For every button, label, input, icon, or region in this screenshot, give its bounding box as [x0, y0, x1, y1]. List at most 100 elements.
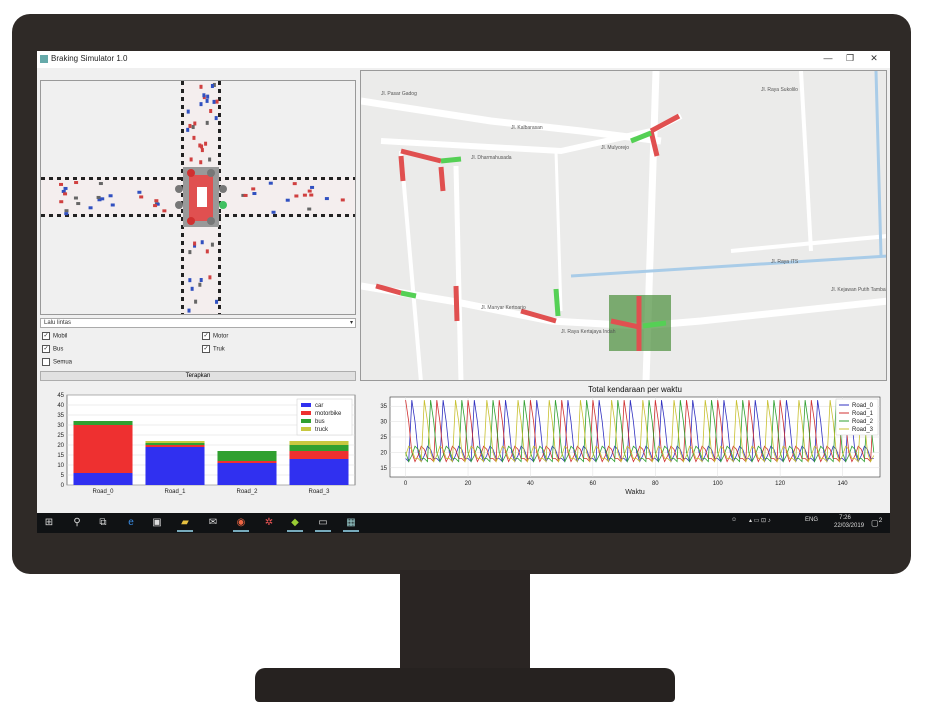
y-tick-label: 35 — [380, 404, 387, 410]
view-select[interactable]: Lalu lintas ▾ — [40, 318, 356, 328]
map-view[interactable]: Jl. Pasar Gadog Jl. Kalbarasan Jl. Dharmah… — [360, 70, 887, 381]
window-titlebar: Braking Simulator 1.0 — ❐ ✕ — [37, 51, 890, 68]
app-stack-icon[interactable]: ◆ — [287, 516, 303, 532]
screen: Braking Simulator 1.0 — ❐ ✕ Lalu lintas … — [37, 51, 890, 533]
minimize-button[interactable]: — — [821, 53, 835, 63]
search-icon[interactable]: ⚲ — [69, 516, 85, 530]
checkbox-box: ✓ — [202, 332, 210, 340]
checkbox-box — [42, 358, 50, 366]
y-tick-label: 30 — [380, 420, 387, 426]
monitor-base — [255, 668, 675, 702]
taskbar: ⊞ ⚲ ⧉ e ▣ ▰ ✉ ◉ ✲ ◆ ▭ ▦ ☺ ▴ ▭ ⊡ ♪ ENG 7:… — [37, 513, 890, 533]
line-chart-title: Total kendaraan per waktu — [588, 385, 682, 394]
terminal-icon[interactable]: ▭ — [315, 516, 331, 532]
bar-segment-car — [289, 459, 349, 485]
bar-segment-motorbike — [145, 445, 205, 447]
window-title: Braking Simulator 1.0 — [51, 54, 128, 63]
y-tick-label: 20 — [380, 450, 387, 456]
legend-swatch — [301, 427, 311, 431]
settings-gear-icon[interactable]: ✲ — [261, 516, 277, 530]
edge-icon[interactable]: e — [123, 516, 139, 530]
people-icon[interactable]: ☺ — [731, 517, 737, 523]
y-tick-label: 5 — [61, 473, 65, 479]
clock-time: 7:26 — [839, 515, 851, 521]
checkbox-box: ✓ — [42, 345, 50, 353]
clock[interactable]: 7:26 22/03/2019 — [834, 514, 864, 530]
x-tick-label: Road_1 — [164, 489, 186, 495]
apply-button[interactable]: Terapkan — [40, 371, 356, 381]
line-chart: Total kendaraan per waktu 15 20 25 30 35 0 20 40… — [360, 383, 887, 501]
checkbox-semua[interactable]: Semua — [42, 358, 72, 368]
legend-swatch — [301, 403, 311, 407]
checkbox-box: ✓ — [202, 345, 210, 353]
notification-count: 2 — [878, 517, 883, 524]
y-tick-label: 0 — [61, 483, 65, 489]
legend-swatch — [301, 419, 311, 423]
bar-segment-car — [145, 447, 205, 485]
x-tick-label: 20 — [465, 481, 472, 487]
x-tick-label: 100 — [713, 481, 724, 487]
map-street-label: Jl. Raya ITS — [771, 259, 799, 265]
checkbox-label: Motor — [213, 333, 229, 340]
line-chart-svg: Total kendaraan per waktu 15 20 25 30 35 0 20 40… — [380, 385, 881, 496]
clock-date: 22/03/2019 — [834, 523, 865, 529]
y-tick-label: 25 — [57, 433, 64, 439]
file-explorer-icon[interactable]: ▰ — [177, 516, 193, 532]
map-street-label: Jl. Raya Sukolilo — [761, 87, 798, 93]
legend-label: Road_2 — [852, 419, 874, 425]
bar-segment-motorbike — [217, 461, 277, 463]
legend-label: Road_1 — [852, 411, 874, 417]
legend-label: truck — [315, 427, 329, 433]
bar-segment-bus — [145, 443, 205, 445]
x-tick-label: 140 — [838, 481, 849, 487]
close-button[interactable]: ✕ — [867, 53, 881, 64]
y-tick-label: 20 — [57, 443, 64, 449]
tray-icons[interactable]: ▴ ▭ ⊡ ♪ — [749, 517, 771, 524]
bar-segment-bus — [217, 451, 277, 461]
map-canvas: Jl. Pasar Gadog Jl. Kalbarasan Jl. Dharmah… — [361, 71, 886, 380]
bar-segment-truck — [145, 441, 205, 443]
checkbox-mobil[interactable]: ✓ Mobil — [42, 332, 67, 342]
start-icon[interactable]: ⊞ — [41, 516, 57, 530]
legend-label: Road_3 — [852, 427, 874, 433]
task-view-icon[interactable]: ⧉ — [95, 516, 111, 530]
y-tick-label: 15 — [380, 466, 387, 472]
x-tick-label: 0 — [404, 481, 408, 487]
map-street-label: Jl. Raya Kertajaya Indah — [561, 329, 616, 335]
bar-segment-truck — [289, 441, 349, 445]
bar-chart: 0 5 10 15 20 25 30 35 40 45 Road_0 Road_1 Road_2 Road… — [37, 387, 359, 501]
y-tick-label: 30 — [57, 423, 64, 429]
checkbox-label: Truk — [213, 346, 225, 353]
python-app-icon[interactable]: ▦ — [343, 516, 359, 532]
x-tick-label: Road_0 — [92, 489, 114, 495]
y-tick-label: 15 — [57, 453, 64, 459]
checkbox-label: Semua — [53, 359, 73, 366]
checkbox-motor[interactable]: ✓ Motor — [202, 332, 228, 342]
bar-segment-car — [73, 473, 133, 485]
checkbox-bus[interactable]: ✓ Bus — [42, 345, 63, 355]
x-tick-label: 60 — [590, 481, 597, 487]
map-street-label: Jl. Pasar Gadog — [381, 91, 417, 97]
app-icon — [40, 55, 48, 63]
map-street-label: Jl. Kalbarasan — [511, 125, 543, 131]
x-tick-label: 40 — [527, 481, 534, 487]
language-indicator[interactable]: ENG — [805, 517, 818, 523]
intersection-view[interactable] — [40, 80, 356, 315]
map-street-label: Jl. Mulyorejo — [601, 145, 629, 151]
chrome-icon[interactable]: ◉ — [233, 516, 249, 532]
maximize-button[interactable]: ❐ — [843, 53, 857, 64]
legend-label: Road_0 — [852, 403, 874, 409]
x-tick-label: 80 — [652, 481, 659, 487]
checkbox-truk[interactable]: ✓ Truk — [202, 345, 225, 355]
bar-segment-bus — [73, 421, 133, 425]
store-icon[interactable]: ▣ — [149, 516, 165, 530]
x-tick-label: Road_3 — [308, 489, 330, 495]
checkbox-label: Mobil — [53, 333, 68, 340]
notification-icon[interactable]: ▢2 — [871, 517, 882, 528]
mail-icon[interactable]: ✉ — [205, 516, 221, 530]
x-tick-label: Road_2 — [236, 489, 258, 495]
bar-segment-bus — [289, 445, 349, 451]
map-street-label: Jl. Manyar Kertoarjo — [481, 305, 526, 311]
checkbox-box: ✓ — [42, 332, 50, 340]
monitor-neck — [400, 570, 530, 670]
